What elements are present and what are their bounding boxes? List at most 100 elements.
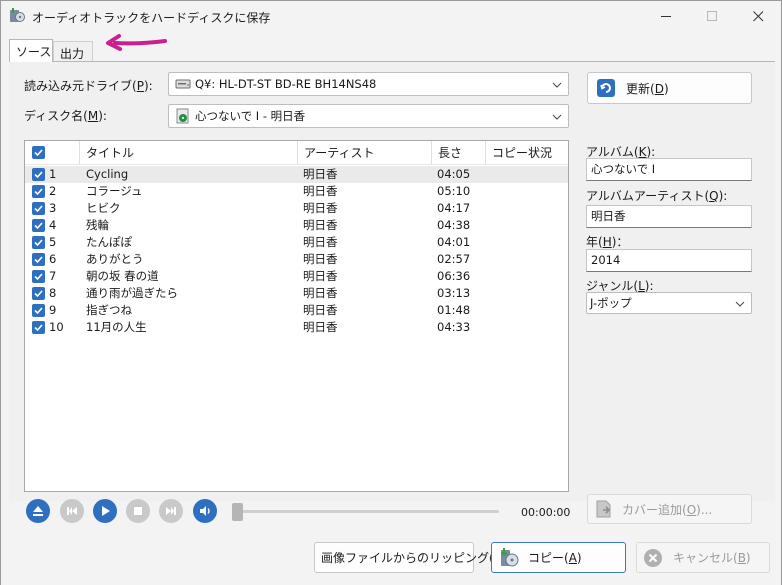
track-list-header: タイトル アーティスト 長さ コピー状況 [25, 141, 568, 165]
stop-button [126, 499, 150, 523]
album-artist-input[interactable]: 明日香 [586, 205, 752, 228]
maximize-button [689, 1, 735, 31]
track-length: 04:33 [437, 320, 471, 334]
track-title: ありがとう [86, 252, 144, 266]
track-number: 8 [49, 286, 57, 300]
track-row[interactable]: 7 朝の坂 春の道 明日香 06:36 [25, 268, 568, 285]
genre-select[interactable]: J-ポップ [586, 292, 752, 314]
track-row[interactable]: 5 たんぽぽ 明日香 04:01 [25, 234, 568, 251]
speaker-icon [200, 506, 210, 516]
eject-button[interactable] [26, 499, 50, 523]
track-row[interactable]: 3 ヒビク 明日香 04:17 [25, 200, 568, 217]
track-checkbox[interactable] [32, 168, 45, 181]
track-length: 05:10 [437, 184, 471, 198]
cancel-icon [643, 548, 663, 568]
track-title: たんぽぽ [86, 235, 132, 249]
track-number: 6 [49, 252, 57, 266]
select-all-checkbox[interactable] [32, 146, 45, 159]
track-title: 通り雨が過ぎたら [86, 286, 178, 300]
album-input[interactable]: 心つないで I [586, 158, 752, 181]
track-number: 3 [49, 201, 57, 215]
header-length[interactable]: 長さ [431, 141, 485, 165]
track-checkbox[interactable] [32, 236, 45, 249]
chevron-down-icon [552, 111, 562, 125]
genre-value: J-ポップ [590, 296, 632, 310]
track-title: Cycling [86, 167, 129, 181]
track-row[interactable]: 10 11月の人生 明日香 04:33 [25, 319, 568, 336]
play-button[interactable] [93, 499, 117, 523]
track-title: ヒビク [86, 201, 121, 215]
disc-icon [175, 108, 191, 124]
drive-select[interactable]: Q¥: HL-DT-ST BD-RE BH14NS48 [168, 72, 569, 96]
track-row[interactable]: 9 指ぎつね 明日香 01:48 [25, 302, 568, 319]
header-artist[interactable]: アーティスト [297, 141, 431, 165]
rip-from-image-button[interactable]: 画像ファイルからのリッピング(C) [314, 542, 507, 573]
skip-back-icon [67, 507, 77, 515]
track-checkbox[interactable] [32, 219, 45, 232]
track-artist: 明日香 [303, 320, 338, 334]
track-length: 04:38 [437, 218, 471, 232]
track-row[interactable]: 2 コラージュ 明日香 05:10 [25, 183, 568, 200]
track-checkbox[interactable] [32, 304, 45, 317]
disc-name-value: 心つないで I - 明日香 [195, 109, 306, 123]
minimize-button[interactable] [643, 1, 689, 31]
copy-rip-icon [500, 547, 520, 569]
seek-slider-thumb[interactable] [232, 503, 243, 521]
track-checkbox[interactable] [32, 270, 45, 283]
track-length: 01:48 [437, 303, 471, 317]
title-bar: オーディオトラックをハードディスクに保存 [1, 1, 781, 31]
volume-button[interactable] [193, 499, 217, 523]
track-row[interactable]: 6 ありがとう 明日香 02:57 [25, 251, 568, 268]
image-file-icon [594, 499, 614, 519]
previous-track-button [60, 499, 84, 523]
header-status[interactable]: コピー状況 [485, 141, 567, 165]
play-icon [102, 506, 110, 516]
track-row[interactable]: 8 通り雨が過ぎたら 明日香 03:13 [25, 285, 568, 302]
refresh-icon [596, 78, 616, 98]
disc-name-label: ディスク名(M): [24, 109, 107, 123]
track-length: 02:57 [437, 252, 471, 266]
next-track-button [159, 499, 183, 523]
app-disc-icon [9, 8, 25, 24]
track-number: 9 [49, 303, 57, 317]
track-number: 2 [49, 184, 57, 198]
seek-track[interactable] [241, 510, 499, 513]
track-artist: 明日香 [303, 303, 338, 317]
track-title: 残輪 [86, 218, 109, 232]
chevron-down-icon [735, 298, 745, 312]
track-number: 7 [49, 269, 57, 283]
track-length: 04:01 [437, 235, 471, 249]
close-button[interactable] [735, 1, 781, 31]
track-length: 04:05 [437, 167, 471, 181]
track-checkbox[interactable] [32, 321, 45, 334]
eject-icon [33, 506, 43, 516]
track-artist: 明日香 [303, 184, 338, 198]
track-title: 朝の坂 春の道 [86, 269, 159, 283]
track-checkbox[interactable] [32, 202, 45, 215]
track-title: 指ぎつね [86, 303, 132, 317]
track-checkbox[interactable] [32, 185, 45, 198]
track-artist: 明日香 [303, 269, 338, 283]
track-checkbox[interactable] [32, 287, 45, 300]
annotation-arrow-icon [106, 34, 167, 51]
app-window: オーディオトラックをハードディスクに保存 ソース 出力 読み込み元ドライブ(P)… [0, 0, 782, 585]
header-title[interactable]: タイトル [79, 141, 297, 165]
tab-output[interactable]: 出力 [53, 41, 93, 61]
track-list[interactable]: タイトル アーティスト 長さ コピー状況 1 Cycling 明日香 04:05 2 コラ… [24, 140, 569, 492]
track-length: 06:36 [437, 269, 471, 283]
drive-label: 読み込み元ドライブ(P): [24, 79, 153, 93]
year-label: 年(H)： [586, 235, 629, 249]
track-row[interactable]: 4 残輪 明日香 04:38 [25, 217, 568, 234]
refresh-button[interactable]: 更新(D) [587, 72, 752, 104]
track-checkbox[interactable] [32, 253, 45, 266]
year-input[interactable]: 2014 [586, 249, 752, 272]
tab-source[interactable]: ソース [9, 39, 53, 62]
disc-name-select[interactable]: 心つないで I - 明日香 [168, 104, 569, 128]
copy-button[interactable]: コピー(A) [491, 542, 626, 573]
chevron-down-icon [552, 79, 562, 93]
track-number: 4 [49, 218, 57, 232]
track-title: コラージュ [86, 184, 143, 198]
track-row[interactable]: 1 Cycling 明日香 04:05 [25, 166, 568, 183]
album-artist-label: アルバムアーティスト(Q): [586, 189, 728, 203]
window-title: オーディオトラックをハードディスクに保存 [32, 11, 271, 25]
